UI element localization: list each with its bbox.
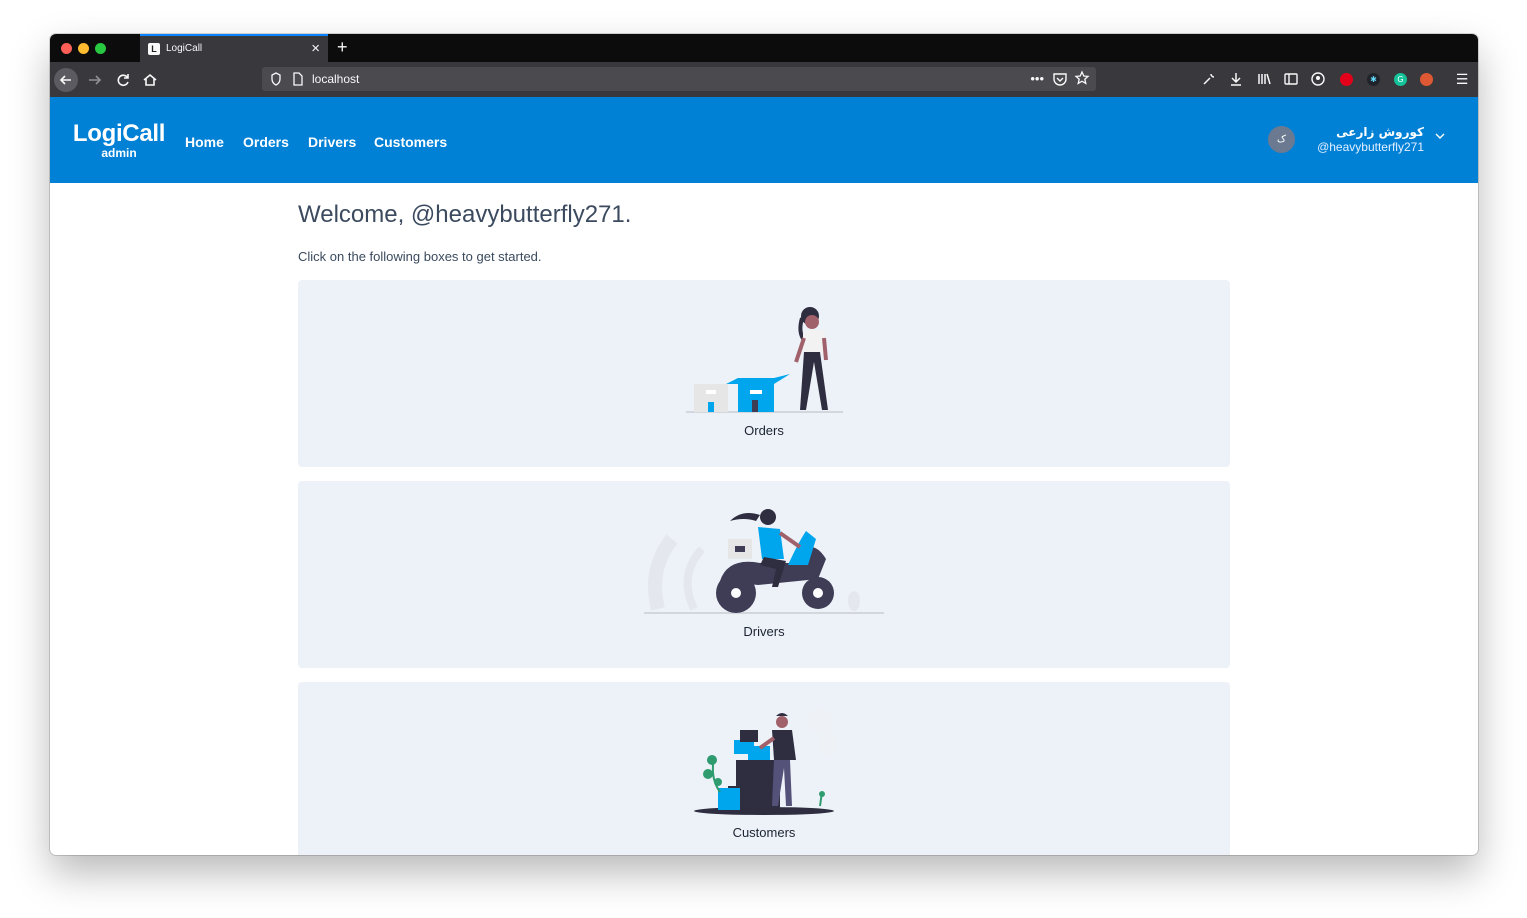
customers-card[interactable]: Customers	[298, 682, 1230, 855]
browser-toolbar: localhost ••• ✱ G ☰	[50, 62, 1478, 97]
browser-window: L LogiCall × + localhost ••• ✱ G ☰ LogiC…	[50, 34, 1478, 855]
browser-tab[interactable]: L LogiCall ×	[140, 34, 328, 62]
user-menu[interactable]: ک کوروش زارعی @heavybutterfly271	[1268, 124, 1448, 156]
customers-illustration-icon	[694, 710, 838, 815]
intro-text: Click on the following boxes to get star…	[298, 249, 542, 264]
page-icon	[292, 71, 304, 92]
hamburger-menu-icon[interactable]: ☰	[1453, 70, 1471, 88]
grammarly-extension-icon[interactable]: G	[1394, 73, 1407, 86]
home-icon[interactable]	[139, 69, 161, 91]
user-handle: @heavybutterfly271	[1317, 140, 1424, 154]
orders-illustration-icon	[686, 307, 843, 413]
arrow-left-icon[interactable]	[54, 68, 78, 92]
chevron-down-icon[interactable]	[1435, 129, 1445, 143]
nav-link-customers[interactable]: Customers	[374, 134, 447, 150]
brand-logo[interactable]: LogiCall admin	[70, 120, 168, 160]
close-tab-icon[interactable]: ×	[311, 40, 320, 58]
nav-link-home[interactable]: Home	[185, 134, 224, 150]
user-name: کوروش زارعی	[1336, 125, 1424, 139]
drivers-illustration-icon	[644, 509, 884, 614]
app-navbar: LogiCall admin Home Orders Drivers Custo…	[50, 97, 1478, 183]
new-tab-icon[interactable]: +	[337, 37, 348, 57]
close-window-button[interactable]	[61, 43, 72, 54]
nav-link-drivers[interactable]: Drivers	[308, 134, 356, 150]
pocket-icon[interactable]	[1052, 70, 1068, 93]
account-icon[interactable]	[1309, 70, 1327, 88]
customers-card-label: Customers	[732, 825, 796, 840]
react-devtools-extension-icon[interactable]: ✱	[1367, 73, 1380, 86]
brand-name: LogiCall	[72, 120, 166, 147]
brand-subtitle: admin	[101, 146, 137, 160]
more-icon[interactable]: •••	[1030, 70, 1044, 88]
library-icon[interactable]	[1255, 70, 1273, 88]
ublock-extension-icon[interactable]	[1340, 73, 1353, 86]
drivers-card-label: Drivers	[743, 624, 785, 639]
duckduckgo-extension-icon[interactable]	[1420, 73, 1433, 86]
reload-icon[interactable]	[112, 69, 134, 91]
url-bar[interactable]: localhost •••	[262, 67, 1096, 91]
favicon-icon: L	[148, 43, 160, 55]
shield-icon[interactable]	[270, 71, 282, 92]
url-text[interactable]: localhost	[312, 72, 359, 86]
minimize-window-button[interactable]	[78, 43, 89, 54]
orders-card[interactable]: Orders	[298, 280, 1230, 467]
avatar[interactable]: ک	[1268, 126, 1295, 153]
nav-link-orders[interactable]: Orders	[243, 134, 289, 150]
maximize-window-button[interactable]	[95, 43, 106, 54]
star-icon[interactable]	[1074, 70, 1090, 93]
sidebar-icon[interactable]	[1282, 70, 1300, 88]
tab-title: LogiCall	[166, 43, 203, 54]
download-icon[interactable]	[1227, 70, 1245, 88]
tab-strip: L LogiCall × +	[50, 34, 1478, 62]
wrench-icon[interactable]	[1200, 70, 1218, 88]
page-title: Welcome, @heavybutterfly271.	[298, 201, 632, 228]
drivers-card[interactable]: Drivers	[298, 481, 1230, 668]
arrow-right-icon[interactable]	[84, 69, 106, 91]
orders-card-label: Orders	[744, 423, 784, 438]
